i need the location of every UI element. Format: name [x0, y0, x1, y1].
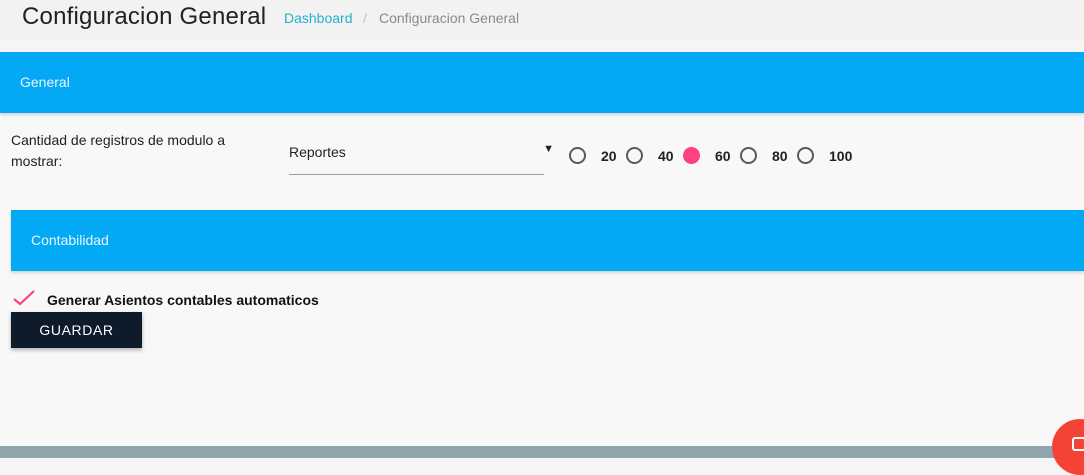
radio-circle-icon: [797, 147, 814, 164]
radio-circle-icon: [740, 147, 757, 164]
contabilidad-section-title: Contabilidad: [31, 232, 109, 248]
contabilidad-section-header: Contabilidad: [11, 210, 1084, 271]
radio-circle-checked-icon: [683, 147, 700, 164]
general-section-title: General: [20, 74, 70, 90]
radio-circle-icon: [569, 147, 586, 164]
module-select[interactable]: Reportes ▼: [289, 138, 554, 175]
breadcrumb-current: Configuracion General: [379, 10, 520, 26]
radio-label-60: 60: [715, 148, 731, 164]
dropdown-arrow-icon: ▼: [543, 143, 554, 155]
auto-entries-checkbox-label[interactable]: Generar Asientos contables automaticos: [47, 292, 319, 308]
module-select-value: Reportes: [289, 144, 346, 160]
page-header: Configuracion General Dashboard / Config…: [0, 0, 1084, 40]
chat-icon: [1072, 437, 1084, 451]
records-count-label: Cantidad de registros de modulo a mostra…: [11, 132, 226, 169]
radio-label-100: 100: [829, 148, 853, 164]
general-section-header: General: [0, 52, 1084, 113]
footer-bar: [0, 446, 1084, 458]
breadcrumb-dashboard-link[interactable]: Dashboard: [284, 10, 353, 26]
radio-label-80: 80: [772, 148, 788, 164]
radio-label-20: 20: [601, 148, 617, 164]
checkmark-icon[interactable]: [12, 289, 36, 307]
page-title: Configuracion General: [22, 3, 267, 30]
breadcrumb-separator: /: [363, 10, 367, 26]
radio-circle-icon: [626, 147, 643, 164]
radio-label-40: 40: [658, 148, 674, 164]
save-button[interactable]: GUARDAR: [11, 312, 142, 348]
